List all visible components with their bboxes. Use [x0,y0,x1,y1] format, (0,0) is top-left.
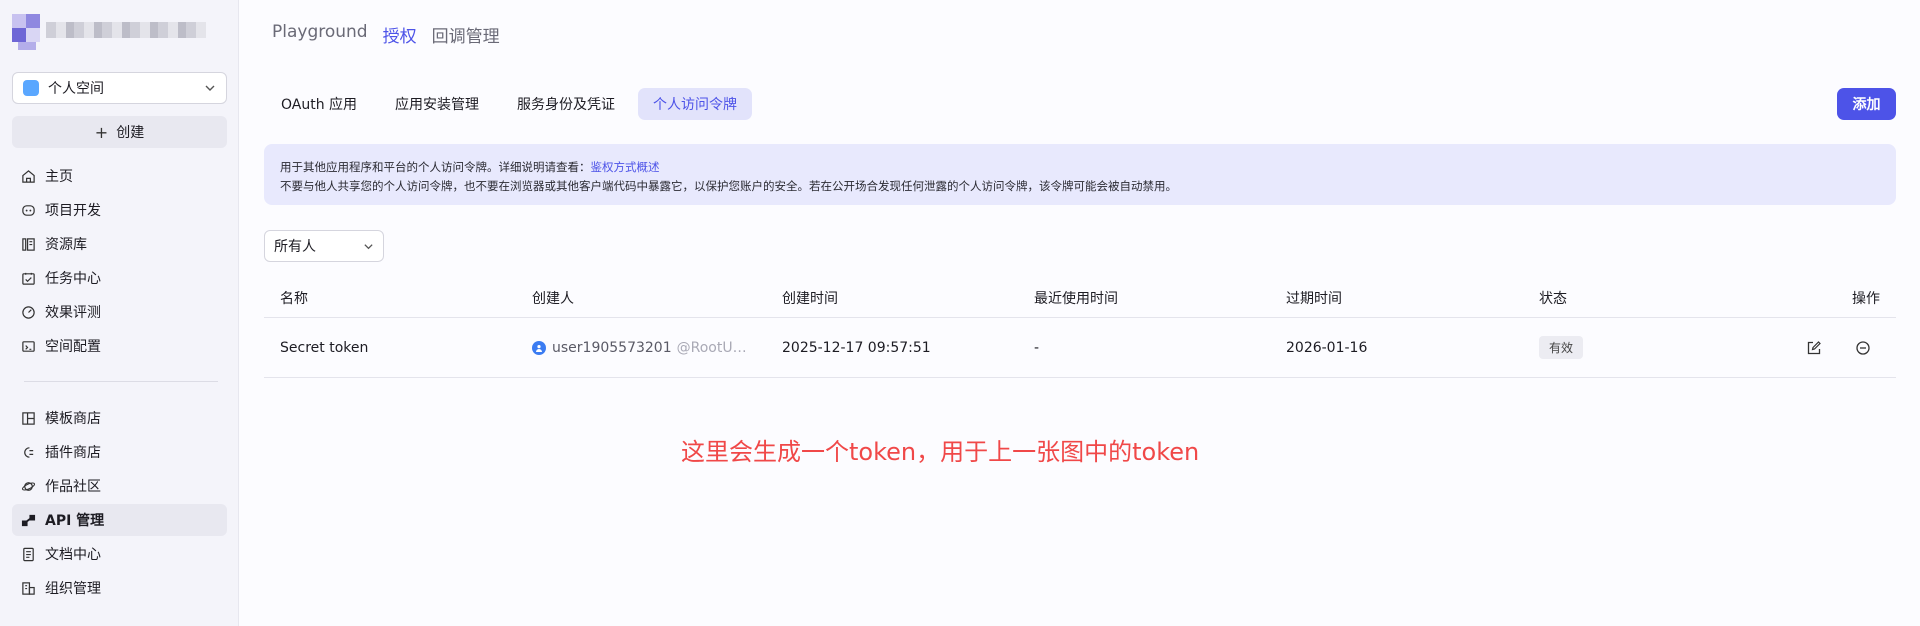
table-row: Secret token user1905573201 @RootUser… 2… [264,318,1896,378]
sidebar-item-label: 插件商店 [45,445,101,461]
space-avatar [23,80,39,96]
sidebar-item-label: 模板商店 [45,411,101,427]
sidebar-item-label: 任务中心 [45,271,101,287]
sidebar-item-label: 主页 [45,169,73,185]
sidebar-item-library[interactable]: 资源库 [12,228,227,260]
plugin-icon [24,446,34,458]
top-nav-callback-management[interactable]: 回调管理 [432,22,500,47]
chevron-down-icon [364,243,373,249]
notice-text: 用于其他应用程序和平台的个人访问令牌。详细说明请查看： [280,160,591,174]
owner-filter-select[interactable]: 所有人 [264,230,384,262]
tab-personal-access-tokens[interactable]: 个人访问令牌 [638,88,753,120]
notice-line-1: 用于其他应用程序和平台的个人访问令牌。详细说明请查看：鉴权方式概述 [280,158,1880,177]
token-created-at: 2025-12-17 09:57:51 [782,339,931,356]
info-notice: 用于其他应用程序和平台的个人访问令牌。详细说明请查看：鉴权方式概述 不要与他人共… [264,144,1896,205]
sidebar-nav-secondary: 模板商店 插件商店 作品社区 API 管理 文档中心 组织管理 [12,402,227,606]
auth-tabs: OAuth 应用 应用安装管理 服务身份及凭证 个人访问令牌 [266,88,753,120]
sidebar-item-label: 资源库 [45,237,87,253]
sidebar-item-label: 文档中心 [45,547,101,563]
header-status: 状态 [1539,290,1567,307]
tab-service-identity[interactable]: 服务身份及凭证 [502,88,630,120]
plus-icon: + [94,122,109,142]
sidebar-item-label: 项目开发 [45,203,101,219]
gauge-icon [22,305,35,319]
sidebar-item-label: 组织管理 [45,581,101,597]
tab-app-install-management[interactable]: 应用安装管理 [380,88,494,120]
chevron-down-icon [205,85,215,91]
sidebar-item-task-center[interactable]: 任务中心 [12,262,227,294]
sidebar-divider [24,381,218,382]
sidebar-nav-primary: 主页 项目开发 资源库 任务中心 效果评测 空间配置 [12,160,227,364]
create-button[interactable]: + 创建 [12,116,227,148]
task-icon [22,272,35,285]
workspace-logo[interactable] [12,14,212,50]
sidebar-item-template-store[interactable]: 模板商店 [12,402,227,434]
header-creator: 创建人 [532,290,574,307]
sidebar: 个人空间 + 创建 主页 项目开发 资源库 任务中心 效果评测 空间配置 模板商… [0,0,239,626]
top-nav-authorization[interactable]: 授权 [383,22,417,47]
planet-icon [21,481,36,491]
edit-icon[interactable] [1806,340,1822,356]
disable-icon[interactable] [1855,340,1871,356]
creator-name: user1905573201 [552,339,672,356]
template-icon [22,411,35,425]
doc-icon [23,547,34,561]
header-expires-at: 过期时间 [1286,290,1342,307]
token-name: Secret token [280,339,369,356]
sidebar-item-doc-center[interactable]: 文档中心 [12,538,227,570]
org-icon [22,581,35,595]
sidebar-item-label: 效果评测 [45,305,101,321]
config-icon [22,340,35,352]
sidebar-item-org-management[interactable]: 组织管理 [12,572,227,604]
header-last-used: 最近使用时间 [1034,290,1118,307]
status-badge: 有效 [1539,336,1584,359]
add-token-button[interactable]: 添加 [1837,88,1896,120]
header-actions: 操作 [1852,290,1880,307]
sidebar-item-plugin-store[interactable]: 插件商店 [12,436,227,468]
api-icon [21,514,36,526]
sidebar-item-space-config[interactable]: 空间配置 [12,330,227,362]
token-expires-at: 2026-01-16 [1286,339,1368,356]
sidebar-item-project-dev[interactable]: 项目开发 [12,194,227,226]
sidebar-item-label: 空间配置 [45,339,101,355]
header-created-at: 创建时间 [782,290,838,307]
token-status-cell: 有效 [1539,318,1584,377]
top-nav: Playground 授权 回调管理 [272,22,500,47]
create-button-label: 创建 [116,125,145,141]
space-selector[interactable]: 个人空间 [12,72,227,104]
library-icon [22,237,35,251]
notice-line-2: 不要与他人共享您的个人访问令牌，也不要在浏览器或其他客户端代码中暴露它，以保护您… [280,179,1177,193]
sidebar-item-community[interactable]: 作品社区 [12,470,227,502]
token-last-used: - [1034,339,1040,356]
token-creator: user1905573201 @RootUser… [532,318,752,377]
sidebar-item-api-management[interactable]: API 管理 [12,504,227,536]
user-avatar-icon [532,340,546,355]
home-icon [22,169,35,183]
auth-overview-link[interactable]: 鉴权方式概述 [591,160,660,174]
header-name: 名称 [280,290,308,307]
tab-oauth-apps[interactable]: OAuth 应用 [266,88,372,120]
table-header: 名称 创建人 创建时间 最近使用时间 过期时间 状态 操作 [264,278,1896,318]
space-selector-value: 个人空间 [48,81,104,97]
annotation-text: 这里会生成一个token，用于上一张图中的token [681,438,1200,466]
sidebar-item-label: API 管理 [45,513,105,529]
top-nav-playground[interactable]: Playground [272,22,368,47]
bot-icon [22,204,35,216]
sidebar-item-evaluation[interactable]: 效果评测 [12,296,227,328]
token-table: 名称 创建人 创建时间 最近使用时间 过期时间 状态 操作 Secret tok… [264,278,1896,378]
sidebar-item-home[interactable]: 主页 [12,160,227,192]
sidebar-item-label: 作品社区 [45,479,101,495]
creator-handle: @RootUser… [676,339,752,356]
owner-filter-value: 所有人 [274,239,316,255]
